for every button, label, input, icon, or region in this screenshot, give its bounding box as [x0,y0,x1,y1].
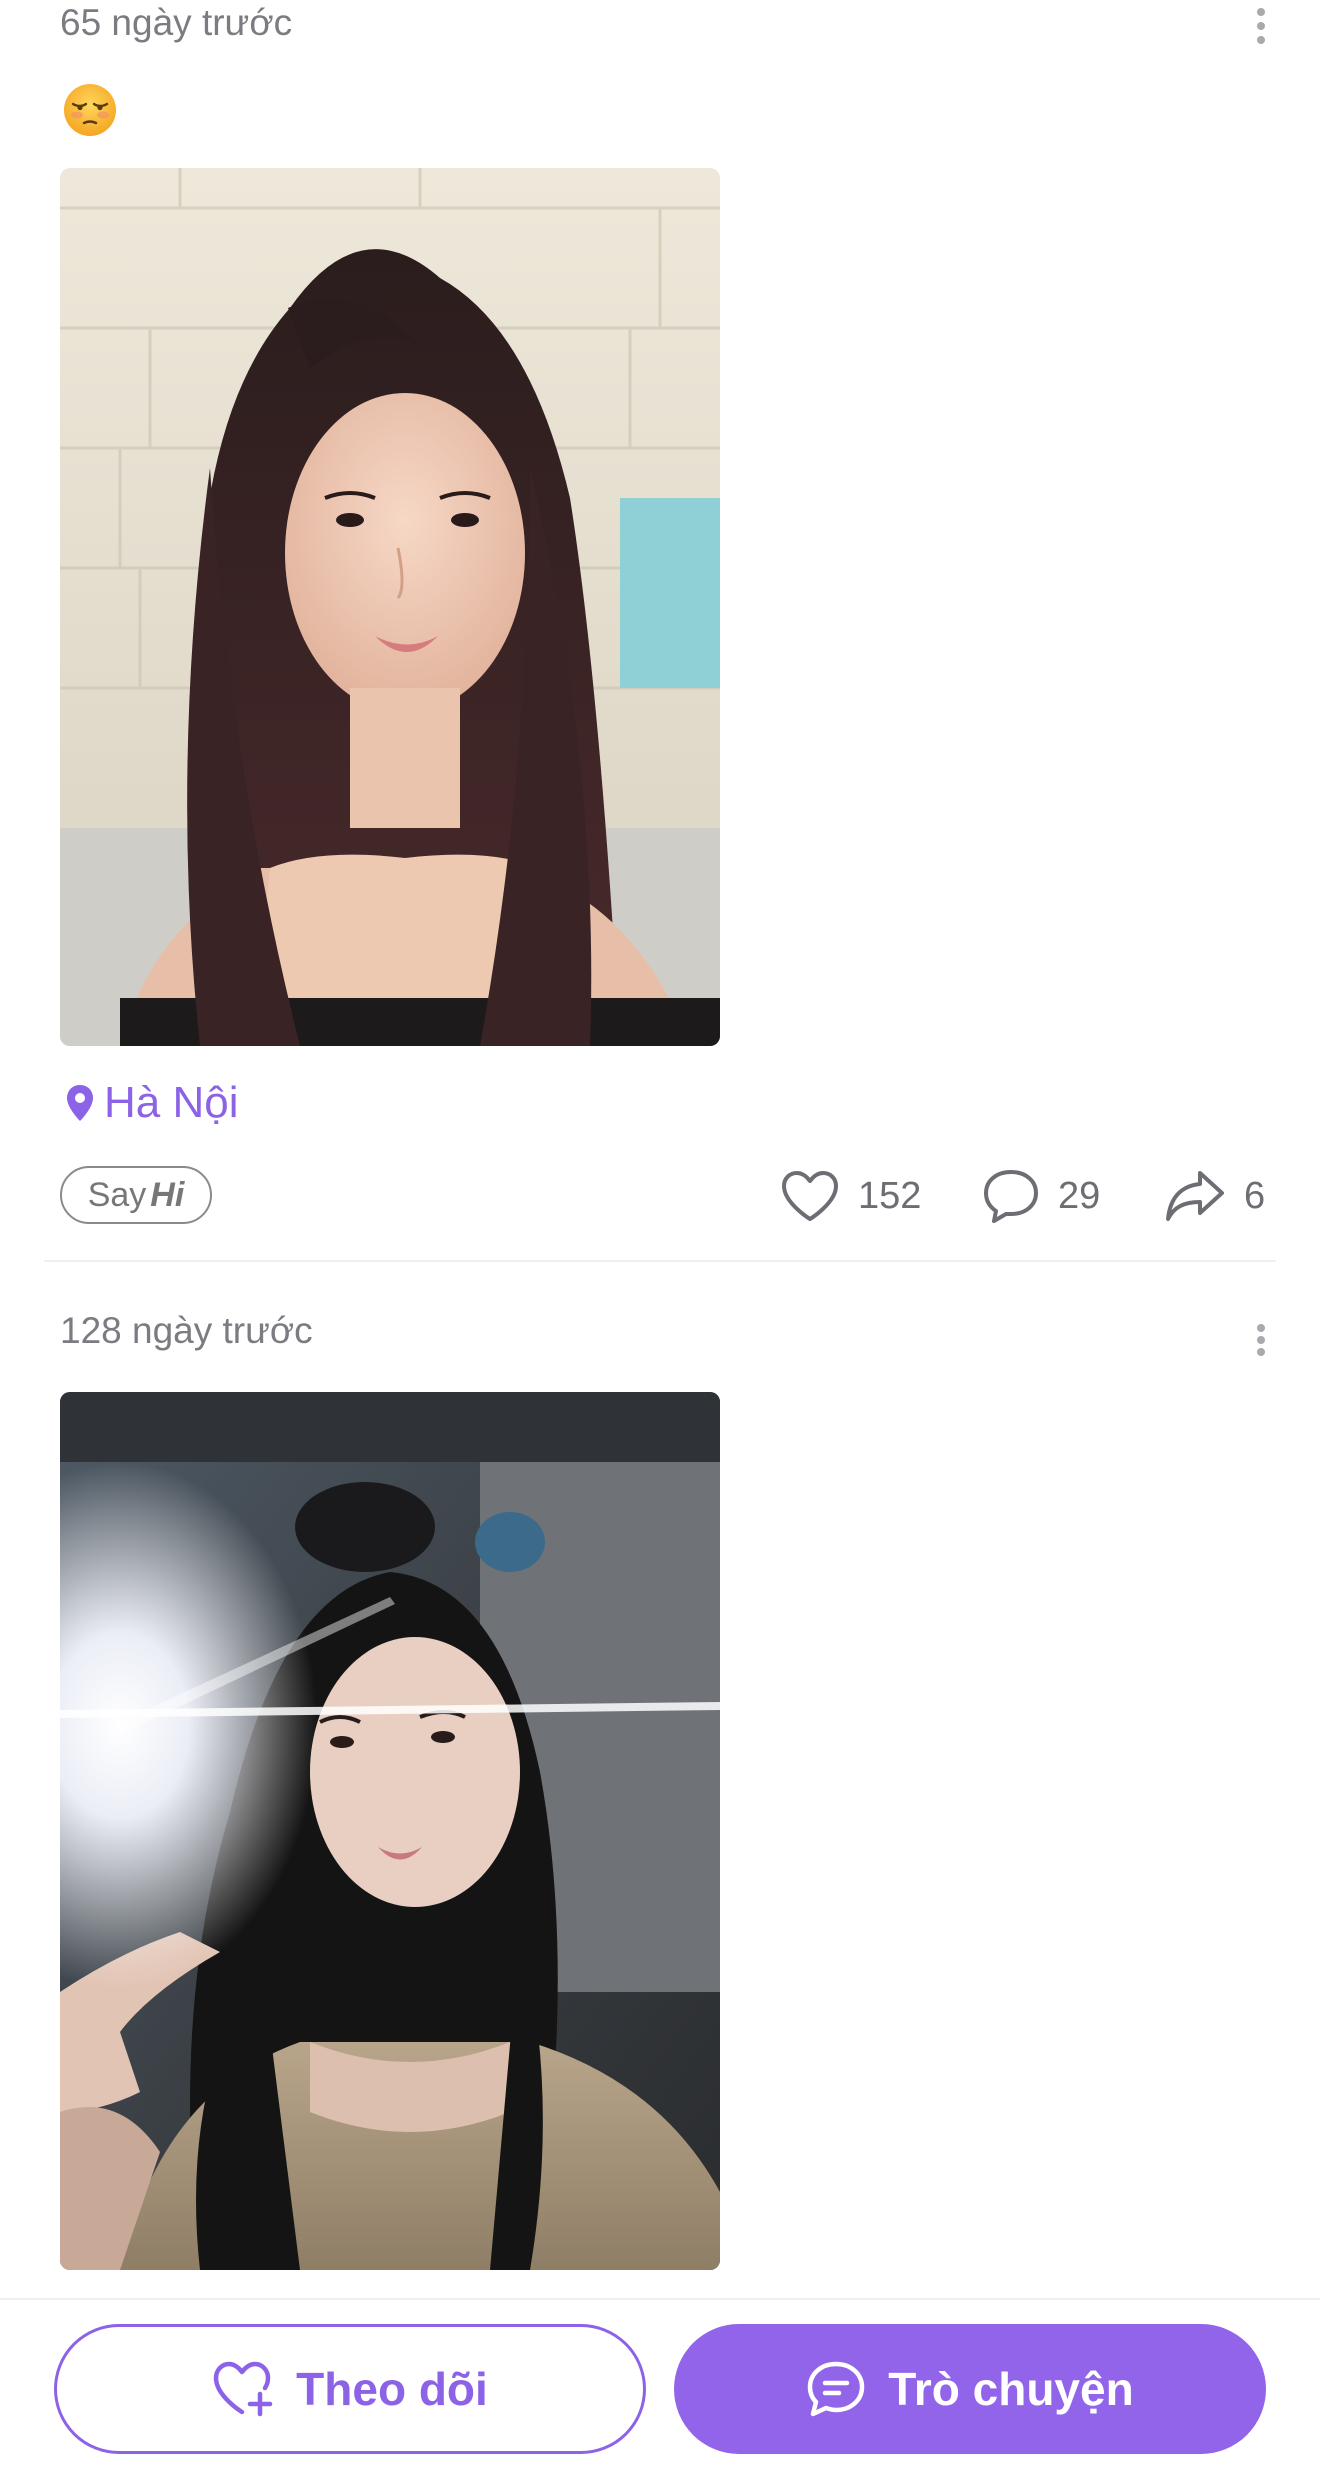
dot [1257,22,1265,30]
dot [1257,1348,1265,1356]
chat-bubble-icon [808,2361,865,2417]
comment-bubble-icon [984,1170,1038,1223]
heart-plus-icon [213,2361,273,2417]
flushed-face-icon [64,84,116,136]
more-options-button[interactable] [1246,4,1276,48]
post-actions: Say Hi 152 29 6 [0,1166,1320,1226]
location-label: Hà Nội [104,1078,239,1127]
say-hi-label-say: Say [87,1175,147,1214]
dot [1257,36,1265,44]
more-options-button[interactable] [1246,1320,1276,1360]
location-pin-icon [67,1085,93,1121]
comment-count: 29 [1058,1174,1101,1217]
comment-button[interactable]: 29 [982,1166,1100,1226]
post-photo[interactable] [60,1392,720,2270]
like-count: 152 [858,1174,922,1217]
share-arrow-icon [1166,1171,1224,1221]
dot [1257,1336,1265,1344]
bottom-action-bar: Theo dõi Trò chuyện [0,2298,1320,2472]
share-count: 6 [1244,1174,1266,1217]
heart-icon [782,1171,838,1221]
chat-label: Trò chuyện [888,2363,1134,2415]
say-hi-button[interactable]: Say Hi [60,1166,212,1224]
follow-button[interactable]: Theo dõi [54,2324,646,2454]
say-hi-label-hi: Hi [150,1175,185,1214]
like-button[interactable]: 152 [780,1166,921,1226]
share-button[interactable]: 6 [1164,1166,1265,1226]
post-timestamp: 128 ngày trước [60,1310,313,1351]
feed-post: 65 ngày trước Hà Nội Say Hi 152 29 6 [0,0,1320,1262]
follow-label: Theo dõi [296,2363,488,2415]
post-location[interactable]: Hà Nội [64,1078,239,1128]
chat-button[interactable]: Trò chuyện [674,2324,1266,2454]
dot [1257,1324,1265,1332]
post-timestamp: 65 ngày trước [60,2,293,43]
dot [1257,8,1265,16]
feed-post: 128 ngày trước [0,1262,1320,2302]
post-photo[interactable] [60,168,720,1046]
